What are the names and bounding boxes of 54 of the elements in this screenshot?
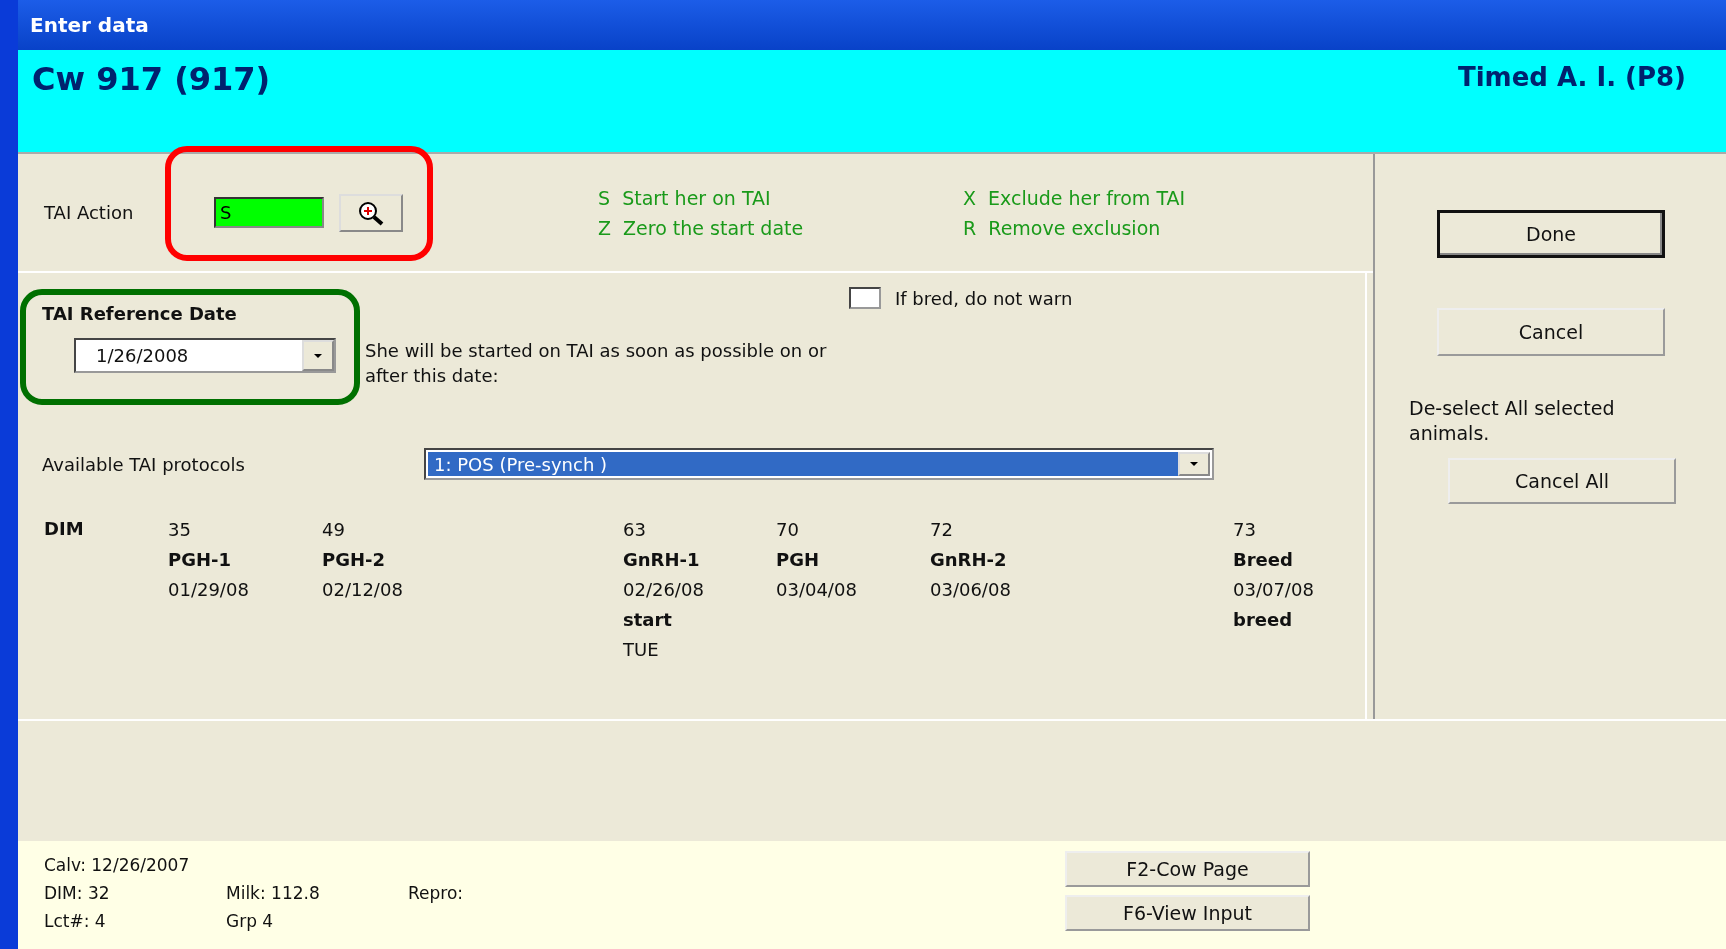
event-day: TUE: [623, 638, 704, 661]
dialog-button[interactable]: Cancel: [1437, 308, 1665, 356]
dim-value: 70: [776, 518, 800, 541]
caret-icon: [312, 351, 324, 360]
date-dropdown[interactable]: 1/26/2008: [74, 338, 336, 373]
event-note: start: [623, 608, 673, 631]
event-note: breed: [1233, 608, 1294, 631]
window-title: Enter data: [30, 13, 149, 37]
event-name: PGH-2: [322, 548, 387, 571]
event-date: 03/07/08: [1233, 578, 1314, 601]
deselect-note: De-select All selected animals.: [1409, 396, 1616, 446]
event-date: 03/04/08: [776, 578, 857, 601]
event-name: GnRH-1: [623, 548, 701, 571]
event-date: 02/12/08: [322, 578, 403, 601]
protocol-dropdown[interactable]: 1: POS (Pre-synch ): [424, 448, 1214, 480]
event-date: 03/06/08: [930, 578, 1011, 601]
action-legend-text: Z Zero the start date: [598, 216, 805, 239]
event-date: 01/29/08: [168, 578, 249, 601]
dim-value: 35: [168, 518, 192, 541]
animal-title: Cw 917 (917): [32, 60, 271, 98]
info-text: Calv: 12/26/2007: [44, 854, 190, 877]
event-name: PGH-1: [168, 548, 233, 571]
action-legend-text: S Start her on TAI: [598, 186, 772, 209]
tai-action-label: TAI Action: [44, 202, 135, 223]
reference-date-label: TAI Reference Date: [42, 303, 238, 324]
info-text: Grp 4: [226, 910, 275, 933]
action-legend-text: X Exclude her from TAI: [963, 186, 1186, 209]
cancel-all-button[interactable]: Cancel All: [1448, 458, 1676, 504]
checkbox[interactable]: [849, 287, 881, 309]
dim-value: 72: [930, 518, 954, 541]
reference-note: She will be started on TAI as soon as possible on or after this date:: [365, 339, 828, 388]
footer-button[interactable]: F6-View Input: [1065, 895, 1310, 931]
caret-icon: [1188, 460, 1200, 468]
event-date: 02/26/08: [623, 578, 704, 601]
info-text: Milk: 112.8: [226, 882, 321, 905]
event-name: Breed: [1233, 548, 1294, 571]
info-text: DIM: 32: [44, 882, 111, 905]
dim-value: 73: [1233, 518, 1257, 541]
info-text: Lct#: 4: [44, 910, 107, 933]
action-legend-text: R Remove exclusion: [963, 216, 1162, 239]
lookup-button[interactable]: [339, 193, 403, 232]
dim-value: 63: [623, 518, 647, 541]
info-text: Repro:: [408, 882, 465, 905]
magnifier-icon: [356, 199, 386, 226]
dim-value: 49: [322, 518, 346, 541]
dialog-button[interactable]: Done: [1437, 210, 1665, 258]
footer-button[interactable]: F2-Cow Page: [1065, 851, 1310, 887]
tai-action-field[interactable]: S: [214, 197, 324, 228]
event-title: Timed A. I. (P8): [1457, 61, 1686, 92]
dim-label: DIM: [44, 518, 84, 539]
protocols-label: Available TAI protocols: [42, 453, 246, 475]
checkbox-label: If bred, do not warn: [895, 287, 1073, 309]
event-name: PGH: [776, 548, 821, 571]
event-name: GnRH-2: [930, 548, 1008, 571]
